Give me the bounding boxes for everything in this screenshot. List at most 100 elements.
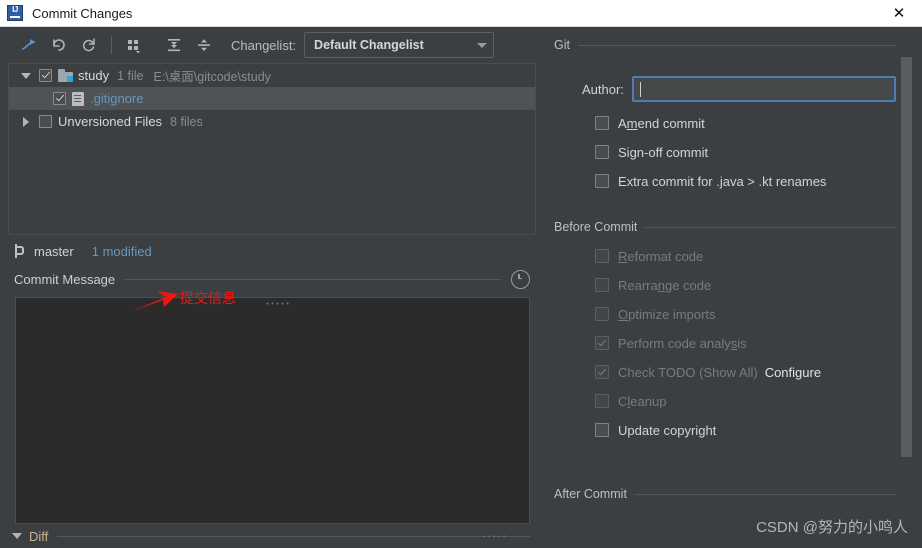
vertical-splitter-grip[interactable]: [263, 299, 293, 307]
diff-resize-grip[interactable]: [482, 533, 506, 539]
text-caret: [639, 82, 641, 97]
options-scrollbar[interactable]: [901, 31, 912, 548]
git-section-title: Git: [554, 38, 570, 52]
toolbar-separator: [111, 36, 112, 54]
cleanup-checkbox[interactable]: [595, 394, 609, 408]
perform-code-analysis-row[interactable]: Perform code analysis: [554, 332, 922, 354]
sign-off-commit-checkbox[interactable]: [595, 145, 609, 159]
before-commit-section-header: Before Commit: [554, 218, 922, 236]
reformat-code-row[interactable]: Reformat code: [554, 245, 922, 267]
branch-icon: [14, 244, 26, 258]
before-commit-options: Reformat code Rearrange code Optimize im…: [554, 245, 922, 441]
cleanup-row[interactable]: Cleanup: [554, 390, 922, 412]
update-copyright-checkbox[interactable]: [595, 423, 609, 437]
reformat-code-checkbox[interactable]: [595, 249, 609, 263]
close-icon[interactable]: ✕: [876, 0, 922, 26]
update-copyright-label: Update copyright: [618, 422, 717, 438]
window-titlebar: Commit Changes ✕: [0, 0, 922, 27]
diff-label: Diff: [29, 528, 49, 544]
branch-name: master: [34, 243, 74, 259]
amend-commit-label: Amend commit: [618, 115, 705, 131]
optimize-imports-row[interactable]: Optimize imports: [554, 303, 922, 325]
header-rule: [125, 278, 501, 280]
rearrange-code-checkbox[interactable]: [595, 278, 609, 292]
sign-off-commit-label: Sign-off commit: [618, 144, 709, 160]
changes-toolbar: Changelist: Default Changelist: [0, 27, 544, 63]
author-label: Author:: [582, 81, 624, 97]
reformat-code-label: Reformat code: [618, 248, 704, 264]
extra-commit-renames-label: Extra commit for .java > .kt renames: [618, 173, 827, 189]
chevron-down-icon: [477, 42, 488, 48]
configure-link[interactable]: Configure: [765, 365, 821, 380]
check-todo-label: Check TODO (Show All): [618, 364, 758, 380]
table-row[interactable]: .gitignore: [9, 87, 535, 110]
changelist-dropdown[interactable]: Default Changelist: [304, 32, 495, 58]
group-by-icon[interactable]: [119, 31, 149, 59]
file-icon: [72, 91, 84, 106]
row-checkbox[interactable]: [53, 92, 66, 105]
cleanup-label: Cleanup: [618, 393, 667, 409]
sign-off-commit-row[interactable]: Sign-off commit: [554, 141, 922, 163]
intellij-idea-icon: [7, 5, 23, 21]
scrollbar-thumb[interactable]: [901, 57, 912, 457]
rearrange-code-label: Rearrange code: [618, 277, 712, 293]
commit-message-input[interactable]: [16, 298, 529, 523]
author-row: Author:: [554, 76, 922, 102]
author-field[interactable]: [631, 76, 896, 102]
table-row[interactable]: Unversioned Files 8 files: [9, 110, 535, 133]
refresh-icon[interactable]: [74, 31, 104, 59]
commit-message-field[interactable]: [15, 297, 530, 524]
node-name: study: [78, 68, 110, 83]
commit-message-label: Commit Message: [14, 271, 116, 287]
extra-commit-renames-row[interactable]: Extra commit for .java > .kt renames: [554, 170, 922, 192]
modified-count[interactable]: 1 modified: [92, 244, 152, 259]
chevron-down-icon[interactable]: [12, 533, 22, 539]
branch-status-bar: master 1 modified: [0, 238, 544, 264]
node-name: .gitignore: [90, 91, 144, 106]
collapse-twisty-icon[interactable]: [19, 116, 33, 127]
changelist-label: Changelist:: [231, 37, 297, 53]
node-path: E:\桌面\gitcode\study: [153, 70, 271, 84]
commit-options-pane: Git Author: Amend commit Sign-off commit…: [544, 27, 922, 548]
collapse-all-icon[interactable]: [189, 31, 219, 59]
diff-section-header[interactable]: Diff: [0, 524, 544, 548]
check-todo-checkbox[interactable]: [595, 365, 609, 379]
changelist-value: Default Changelist: [314, 38, 424, 52]
table-row[interactable]: study 1 file E:\桌面\gitcode\study: [9, 64, 535, 87]
watermark: CSDN @努力的小鸣人: [756, 519, 908, 536]
rearrange-code-row[interactable]: Rearrange code: [554, 274, 922, 296]
expand-all-icon[interactable]: [159, 31, 189, 59]
node-file-count: 8 files: [170, 114, 203, 129]
section-rule: [645, 226, 896, 228]
node-name: Unversioned Files: [58, 114, 163, 129]
after-commit-section-header: After Commit: [554, 485, 922, 503]
row-checkbox[interactable]: [39, 69, 52, 82]
optimize-imports-label: Optimize imports: [618, 306, 716, 322]
node-file-count: 1 file: [117, 68, 144, 83]
changes-tree[interactable]: study 1 file E:\桌面\gitcode\study .gitign…: [8, 63, 536, 235]
folder-icon: [58, 69, 73, 82]
row-checkbox[interactable]: [39, 115, 52, 128]
commit-message-header: Commit Message: [0, 266, 544, 292]
author-input[interactable]: [638, 80, 889, 98]
diff-rule: [57, 533, 530, 539]
revert-icon[interactable]: [44, 31, 74, 59]
before-commit-title: Before Commit: [554, 220, 638, 234]
window-title: Commit Changes: [32, 5, 133, 21]
amend-commit-checkbox[interactable]: [595, 116, 609, 130]
section-rule: [577, 44, 896, 46]
perform-code-analysis-label: Perform code analysis: [618, 335, 747, 351]
changes-pane: Changelist: Default Changelist study 1 f…: [0, 27, 544, 548]
clock-icon[interactable]: [511, 269, 530, 289]
dialog-body: Changelist: Default Changelist study 1 f…: [0, 27, 922, 548]
git-section-header: Git: [554, 36, 922, 54]
check-todo-row[interactable]: Check TODO (Show All) Configure: [554, 361, 922, 383]
show-diff-icon[interactable]: [14, 31, 44, 59]
extra-commit-renames-checkbox[interactable]: [595, 174, 609, 188]
amend-commit-row[interactable]: Amend commit: [554, 112, 922, 134]
perform-code-analysis-checkbox[interactable]: [595, 336, 609, 350]
expand-twisty-icon[interactable]: [19, 72, 33, 79]
section-rule: [634, 493, 896, 495]
optimize-imports-checkbox[interactable]: [595, 307, 609, 321]
update-copyright-row[interactable]: Update copyright: [554, 419, 922, 441]
